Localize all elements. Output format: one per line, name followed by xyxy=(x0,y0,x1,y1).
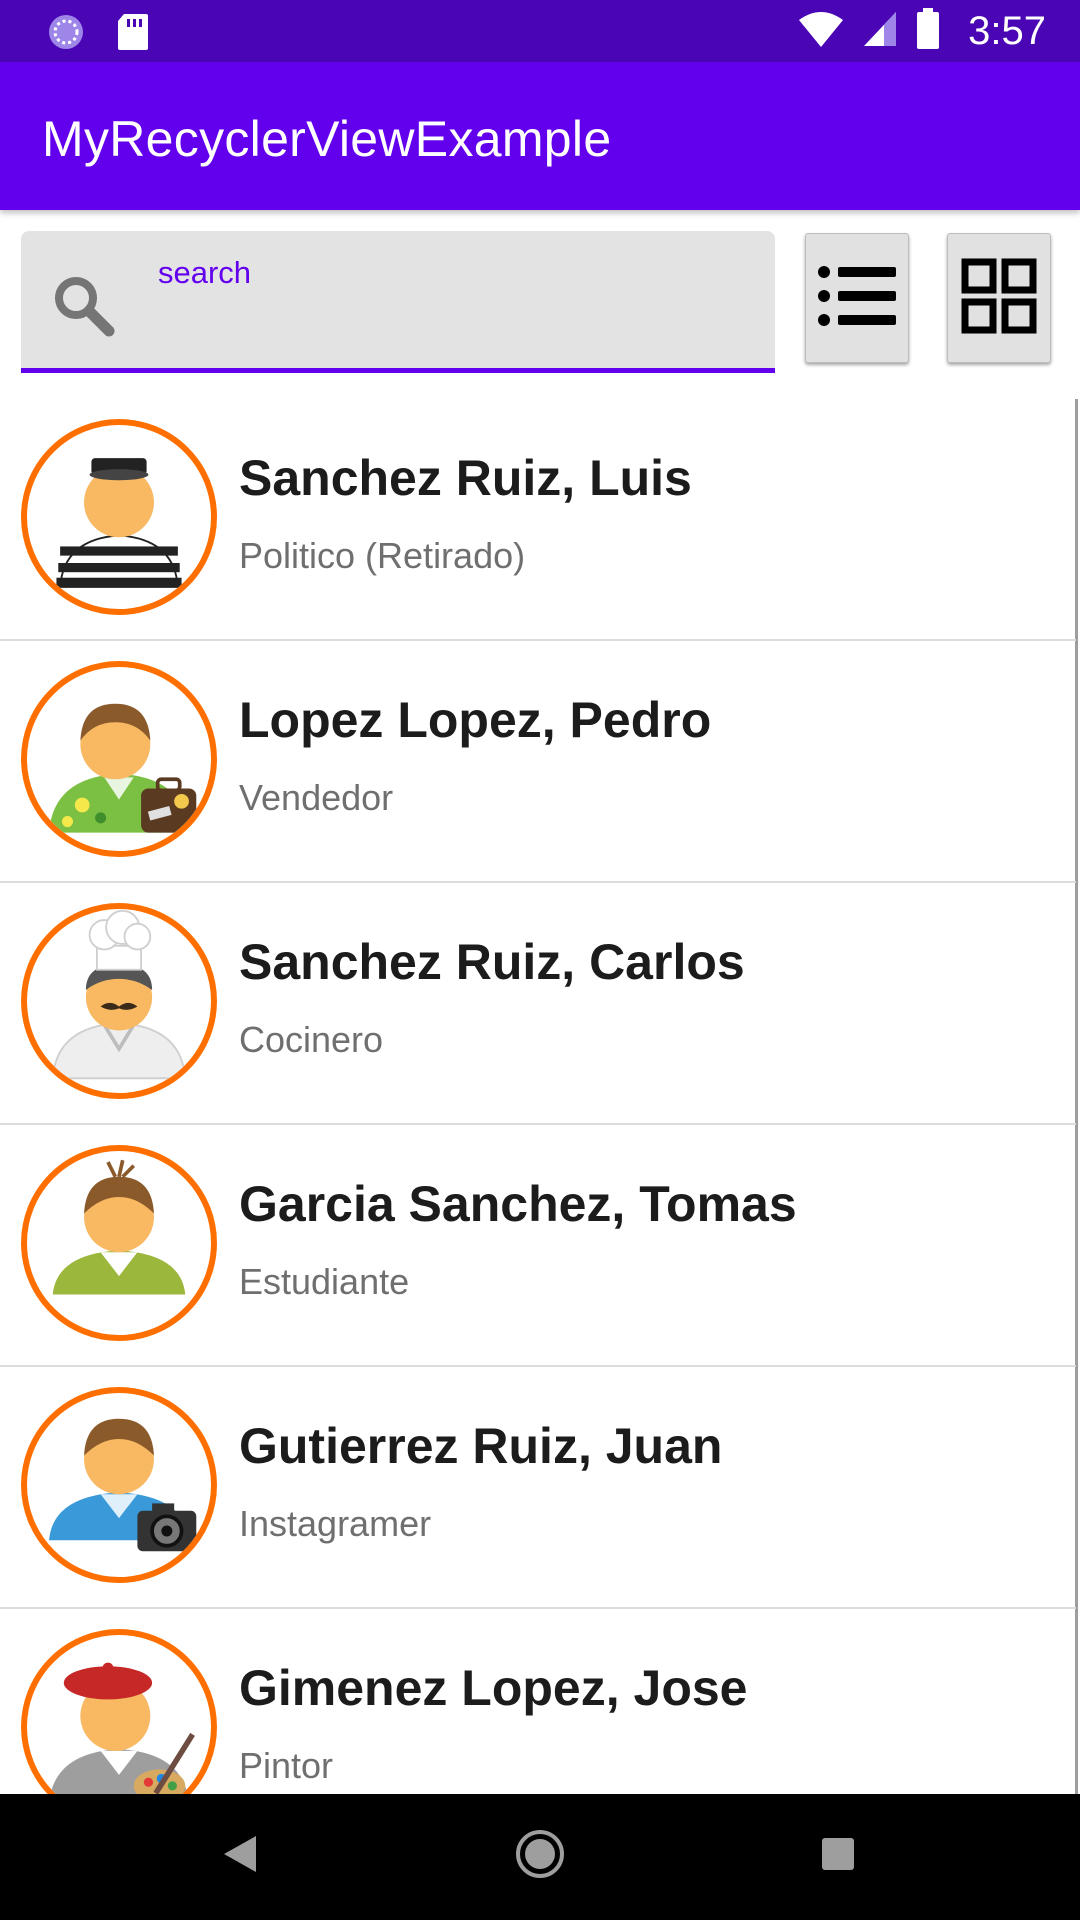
list-item[interactable]: Garcia Sanchez, Tomas Estudiante xyxy=(0,1125,1076,1367)
person-job: Pintor xyxy=(239,1745,334,1786)
person-job: Instagramer xyxy=(239,1503,432,1544)
back-triangle-icon xyxy=(220,1832,260,1881)
app-bar: MyRecyclerViewExample xyxy=(0,62,1080,210)
grid-icon xyxy=(961,258,1037,339)
search-placeholder: search xyxy=(158,255,252,290)
person-name: Gimenez Lopez, Jose xyxy=(239,1660,748,1716)
battery-icon xyxy=(916,7,940,55)
prisoner-avatar-icon xyxy=(21,419,217,615)
app-title: MyRecyclerViewExample xyxy=(42,111,612,167)
list-icon xyxy=(816,263,898,334)
list-item[interactable]: Lopez Lopez, Pedro Vendedor xyxy=(0,641,1076,883)
salesman-avatar-icon xyxy=(21,661,217,857)
chef-avatar-icon xyxy=(21,903,217,1099)
list-item[interactable]: Gutierrez Ruiz, Juan Instagramer xyxy=(0,1367,1076,1609)
home-circle-icon xyxy=(514,1828,566,1885)
wifi-icon xyxy=(798,10,844,53)
person-name: Sanchez Ruiz, Carlos xyxy=(239,934,745,990)
status-time: 3:57 xyxy=(968,9,1046,53)
person-name: Sanchez Ruiz, Luis xyxy=(239,450,692,506)
status-bar: 3:57 xyxy=(0,0,1080,62)
photographer-avatar-icon xyxy=(21,1387,217,1583)
person-job: Politico (Retirado) xyxy=(239,535,526,576)
person-name: Lopez Lopez, Pedro xyxy=(239,692,712,748)
people-list[interactable]: Sanchez Ruiz, Luis Politico (Retirado) L… xyxy=(0,399,1080,1794)
person-name: Gutierrez Ruiz, Juan xyxy=(239,1418,723,1474)
search-icon xyxy=(49,271,119,346)
list-item[interactable]: Sanchez Ruiz, Carlos Cocinero xyxy=(0,883,1076,1125)
back-button[interactable] xyxy=(208,1824,272,1888)
cell-signal-icon xyxy=(862,10,898,53)
person-job: Vendedor xyxy=(239,777,394,818)
person-job: Cocinero xyxy=(239,1019,384,1060)
search-input[interactable]: search xyxy=(21,231,775,373)
grid-view-button[interactable] xyxy=(947,233,1051,363)
sync-notification-icon xyxy=(46,12,86,57)
list-item[interactable]: Sanchez Ruiz, Luis Politico (Retirado) xyxy=(0,399,1076,641)
list-view-button[interactable] xyxy=(805,233,909,363)
sd-card-icon xyxy=(116,12,150,57)
home-button[interactable] xyxy=(508,1824,572,1888)
person-name: Garcia Sanchez, Tomas xyxy=(239,1176,797,1232)
recents-button[interactable] xyxy=(806,1824,870,1888)
navigation-bar xyxy=(0,1794,1080,1920)
student-avatar-icon xyxy=(21,1145,217,1341)
person-job: Estudiante xyxy=(239,1261,410,1302)
painter-avatar-icon xyxy=(21,1629,217,1794)
list-item[interactable]: Gimenez Lopez, Jose Pintor xyxy=(0,1609,1076,1794)
recents-square-icon xyxy=(820,1836,856,1877)
